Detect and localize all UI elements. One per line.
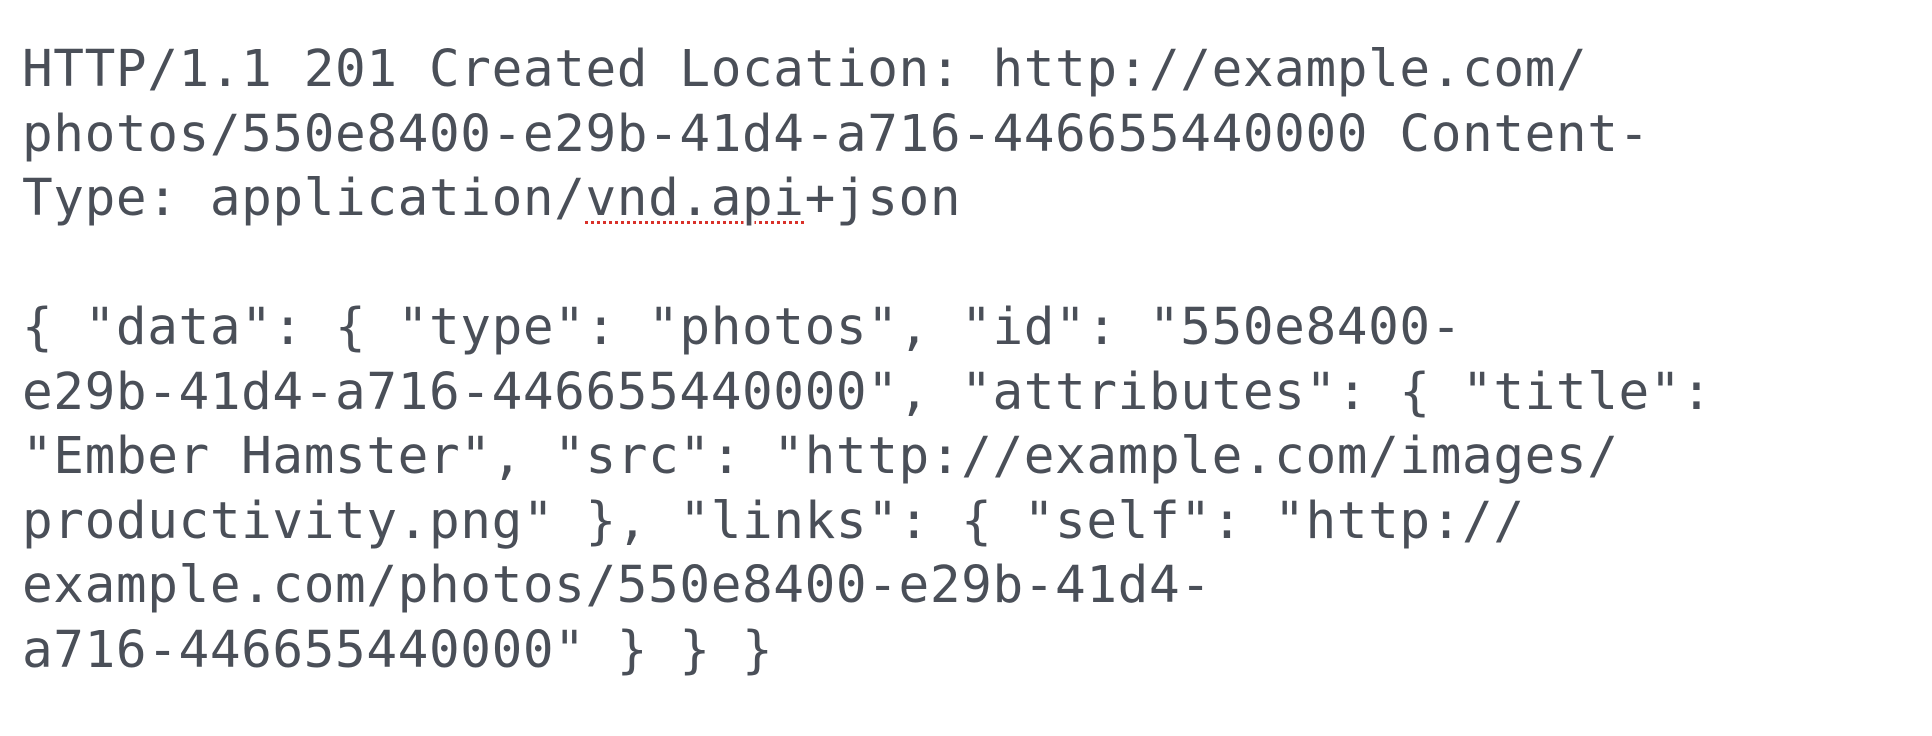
misspelled-word[interactable]: vnd.api: [585, 169, 804, 228]
body-line: e29b-41d4-a716-446655440000", "attribute…: [22, 362, 1713, 422]
header-text: +json: [804, 169, 962, 228]
response-headers-block: HTTP/1.1 201 Created Location: http://ex…: [22, 38, 1902, 232]
response-body-block: { "data": { "type": "photos", "id": "550…: [22, 296, 1902, 683]
body-line: "Ember Hamster", "src": "http://example.…: [22, 427, 1619, 486]
header-line: photos/550e8400-e29b-41d4-a716-446655440…: [22, 104, 1650, 164]
text-editor[interactable]: HTTP/1.1 201 Created Location: http://ex…: [22, 38, 1902, 683]
header-line: HTTP/1.1 201 Created Location: http://ex…: [22, 40, 1588, 99]
body-line: a716-446655440000" } } }: [22, 620, 774, 680]
body-line: example.com/photos/550e8400-e29b-41d4-: [22, 556, 1212, 615]
header-text: Type: application/: [22, 169, 586, 228]
body-line: { "data": { "type": "photos", "id": "550…: [22, 298, 1463, 357]
body-line: productivity.png" }, "links": { "self": …: [22, 491, 1525, 551]
header-line: Type: application/vnd.api+json: [22, 167, 1902, 232]
